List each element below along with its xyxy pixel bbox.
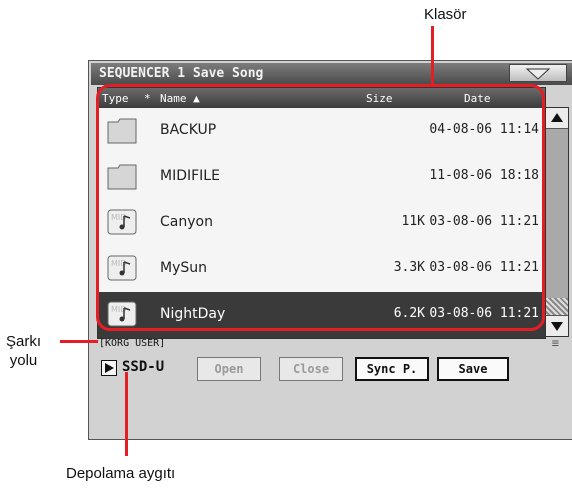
triangle-down-icon: [525, 68, 551, 80]
scroll-up-button[interactable]: [546, 108, 568, 129]
open-button[interactable]: Open: [197, 357, 261, 381]
window-title: SEQUENCER 1 Save Song: [91, 63, 572, 85]
song-path-text: [KORG USER]: [99, 338, 166, 349]
storage-device-callout: Depolama aygıtı: [66, 465, 176, 482]
save-button[interactable]: Save: [437, 357, 509, 381]
page-menu-button[interactable]: [509, 64, 567, 82]
storage-device-name: SSD-U: [122, 359, 165, 375]
sync-p-button[interactable]: Sync P.: [355, 357, 429, 381]
list-menu-icon[interactable]: ≡: [552, 336, 559, 350]
folder-leader-line: [431, 26, 434, 86]
song-path-callout-line2: yolu: [9, 352, 38, 369]
path-leader-line: [60, 340, 98, 343]
triangle-right-icon: [105, 363, 114, 373]
close-button[interactable]: Close: [279, 357, 343, 381]
scroll-thumb[interactable]: [546, 298, 568, 316]
list-scrollbar[interactable]: [545, 107, 569, 337]
scroll-down-button[interactable]: [546, 315, 568, 336]
arrow-up-icon: [551, 113, 563, 122]
song-path-callout: Şarkı yolu: [6, 332, 41, 370]
song-path: [KORG USER] ≡: [99, 336, 559, 352]
folder-highlight-box: [96, 84, 545, 331]
arrow-down-icon: [551, 322, 563, 331]
folder-callout: Klasör: [424, 6, 467, 23]
drive-select-button[interactable]: [101, 360, 117, 376]
storage-leader-line: [125, 372, 128, 456]
song-path-callout-line1: Şarkı: [6, 333, 42, 350]
